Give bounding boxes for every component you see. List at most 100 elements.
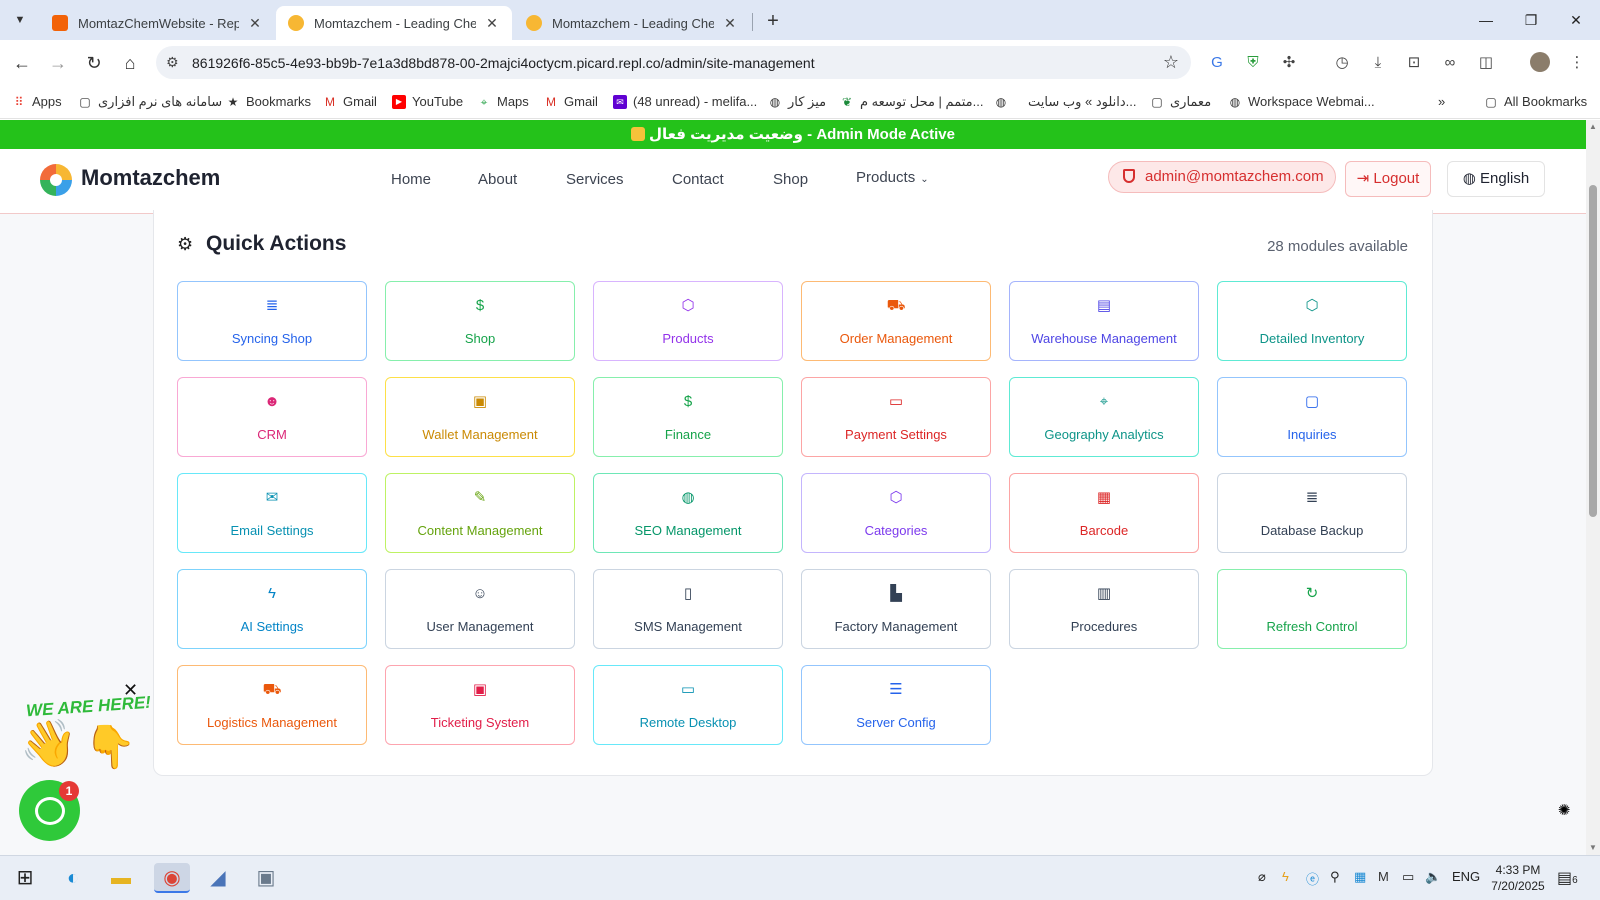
- window-app-icon[interactable]: ▣: [251, 863, 281, 893]
- module-tile-syncing-shop[interactable]: ≣ Syncing Shop: [177, 281, 367, 361]
- tab-replit[interactable]: MomtazChemWebsite - Replit ✕: [40, 6, 275, 40]
- scroll-thumb[interactable]: [1589, 185, 1597, 517]
- tray-grid-icon[interactable]: ▦: [1354, 869, 1366, 885]
- screenshot-icon[interactable]: ⊡: [1403, 52, 1425, 74]
- module-tile-ai-settings[interactable]: ϟ AI Settings: [177, 569, 367, 649]
- chrome-icon[interactable]: ◉: [154, 863, 190, 893]
- tab-momtazchem-active[interactable]: Momtazchem - Leading Chemic ✕: [276, 6, 512, 40]
- module-tile-server-config[interactable]: ☰ Server Config: [801, 665, 991, 745]
- module-tile-refresh-control[interactable]: ↻ Refresh Control: [1217, 569, 1407, 649]
- remote-app-icon[interactable]: ◢: [203, 863, 233, 893]
- module-tile-user-management[interactable]: ☺ User Management: [385, 569, 575, 649]
- tray-mail-icon[interactable]: M: [1378, 869, 1389, 884]
- module-tile-remote-desktop[interactable]: ▭ Remote Desktop: [593, 665, 783, 745]
- bookmark-motamem[interactable]: ❦ متمم | محل توسعه م...: [840, 94, 983, 110]
- module-tile-detailed-inventory[interactable]: ⬡ Detailed Inventory: [1217, 281, 1407, 361]
- nav-contact[interactable]: Contact: [672, 171, 724, 188]
- module-tile-wallet-management[interactable]: ▣ Wallet Management: [385, 377, 575, 457]
- input-language[interactable]: ENG: [1452, 869, 1480, 884]
- bookmark-star-icon[interactable]: ☆: [1163, 52, 1179, 73]
- minimize-icon[interactable]: —: [1473, 8, 1499, 32]
- module-tile-inquiries[interactable]: ▢ Inquiries: [1217, 377, 1407, 457]
- address-bar[interactable]: ⚙ 861926f6-85c5-4e93-bb9b-7e1a3d8bd878-0…: [156, 46, 1191, 79]
- bookmark-youtube[interactable]: ▶ YouTube: [392, 94, 463, 109]
- bookmark-workspace-webmail[interactable]: ◍ Workspace Webmai...: [1228, 94, 1375, 109]
- language-button[interactable]: ◍ English: [1447, 161, 1545, 197]
- module-tile-barcode[interactable]: ▦ Barcode: [1009, 473, 1199, 553]
- tab-search-button[interactable]: ▼: [8, 8, 32, 32]
- home-icon[interactable]: ⌂: [118, 51, 142, 75]
- taskbar-clock[interactable]: 4:33 PM 7/20/2025: [1488, 862, 1548, 894]
- module-tile-seo-management[interactable]: ◍ SEO Management: [593, 473, 783, 553]
- edge-icon[interactable]: ◐: [58, 863, 88, 893]
- tab-close-icon[interactable]: ✕: [722, 15, 738, 32]
- module-tile-database-backup[interactable]: ≣ Database Backup: [1217, 473, 1407, 553]
- nav-shop[interactable]: Shop: [773, 171, 808, 188]
- logout-button[interactable]: ⇥ Logout: [1345, 161, 1431, 197]
- notification-center-icon[interactable]: ▤6: [1557, 868, 1578, 888]
- logo-icon[interactable]: [40, 164, 72, 196]
- tab-close-icon[interactable]: ✕: [484, 15, 500, 32]
- bookmark-architecture[interactable]: ▢ معماری: [1150, 94, 1211, 110]
- bookmark-maps[interactable]: ⌖ Maps: [477, 94, 529, 109]
- link-icon[interactable]: ∞: [1439, 52, 1461, 74]
- reload-icon[interactable]: ↻: [82, 51, 106, 75]
- module-tile-payment-settings[interactable]: ▭ Payment Settings: [801, 377, 991, 457]
- module-tile-warehouse-management[interactable]: ▤ Warehouse Management: [1009, 281, 1199, 361]
- tray-usb-icon[interactable]: ⚲: [1330, 869, 1340, 885]
- url-text[interactable]: 861926f6-85c5-4e93-bb9b-7e1a3d8bd878-00-…: [192, 55, 815, 71]
- brand-name[interactable]: Momtazchem: [81, 165, 220, 191]
- bookmark-folder-software[interactable]: ▢ سامانه های نرم افزاری: [78, 94, 222, 110]
- module-tile-factory-management[interactable]: ▙ Factory Management: [801, 569, 991, 649]
- module-tile-crm[interactable]: ☻ CRM: [177, 377, 367, 457]
- extensions-icon[interactable]: ✣: [1278, 52, 1300, 74]
- nav-about[interactable]: About: [478, 171, 517, 188]
- history-icon[interactable]: ◷: [1331, 52, 1353, 74]
- scroll-down-icon[interactable]: ▼: [1586, 841, 1600, 855]
- scroll-up-icon[interactable]: ▲: [1586, 120, 1600, 134]
- profile-avatar[interactable]: [1530, 52, 1550, 72]
- ai-assistant-icon[interactable]: ✺: [1553, 800, 1575, 822]
- page-scrollbar[interactable]: ▲ ▼: [1586, 120, 1600, 855]
- nav-services[interactable]: Services: [566, 171, 624, 188]
- menu-kebab-icon[interactable]: ⋮: [1566, 52, 1588, 74]
- bookmark-apps[interactable]: ⠿ Apps: [12, 94, 62, 109]
- module-tile-geography-analytics[interactable]: ⌖ Geography Analytics: [1009, 377, 1199, 457]
- translate-icon[interactable]: G: [1206, 52, 1228, 74]
- nav-products-dropdown[interactable]: Products ⌄: [856, 169, 929, 186]
- bookmark-gmail-2[interactable]: M Gmail: [544, 94, 598, 109]
- restore-icon[interactable]: ❐: [1518, 8, 1544, 32]
- module-tile-logistics-management[interactable]: ⛟ Logistics Management: [177, 665, 367, 745]
- sidebar-icon[interactable]: ◫: [1475, 52, 1497, 74]
- volume-icon[interactable]: 🔈: [1425, 869, 1441, 885]
- tray-e-icon[interactable]: ⓔ: [1306, 869, 1319, 888]
- nav-home[interactable]: Home: [391, 171, 431, 188]
- back-icon[interactable]: ←: [10, 51, 34, 75]
- network-off-icon[interactable]: ⌀: [1258, 869, 1266, 885]
- site-info-icon[interactable]: ⚙: [166, 54, 179, 71]
- module-tile-sms-management[interactable]: ▯ SMS Management: [593, 569, 783, 649]
- bookmark-yahoo-mail[interactable]: ✉ (48 unread) - melifa...: [613, 94, 757, 109]
- bookmarks-overflow-icon[interactable]: »: [1438, 94, 1445, 109]
- windows-start-icon[interactable]: ⊞: [10, 863, 40, 893]
- new-tab-button[interactable]: +: [760, 8, 786, 34]
- bookmark-download-site[interactable]: ◍ دانلود » وب سایت...: [994, 94, 1137, 110]
- download-icon[interactable]: ⤓: [1367, 52, 1389, 74]
- module-tile-procedures[interactable]: ▥ Procedures: [1009, 569, 1199, 649]
- all-bookmarks[interactable]: ▢ All Bookmarks: [1484, 94, 1587, 109]
- module-tile-categories[interactable]: ⬡ Categories: [801, 473, 991, 553]
- bookmark-bookmarks[interactable]: ★ Bookmarks: [226, 94, 311, 109]
- display-icon[interactable]: ▭: [1402, 869, 1414, 885]
- bookmark-gmail[interactable]: M Gmail: [323, 94, 377, 109]
- module-tile-order-management[interactable]: ⛟ Order Management: [801, 281, 991, 361]
- module-tile-ticketing-system[interactable]: ▣ Ticketing System: [385, 665, 575, 745]
- file-explorer-icon[interactable]: ▬: [106, 863, 136, 893]
- module-tile-shop[interactable]: $ Shop: [385, 281, 575, 361]
- shield-extension-icon[interactable]: ⛨: [1242, 52, 1264, 74]
- module-tile-finance[interactable]: $ Finance: [593, 377, 783, 457]
- tab-close-icon[interactable]: ✕: [247, 15, 263, 32]
- bookmark-desk[interactable]: ◍ میز کار: [768, 94, 826, 110]
- forward-icon[interactable]: →: [46, 51, 70, 75]
- close-window-icon[interactable]: ✕: [1563, 8, 1589, 32]
- tray-app-icon[interactable]: ϟ: [1282, 869, 1289, 884]
